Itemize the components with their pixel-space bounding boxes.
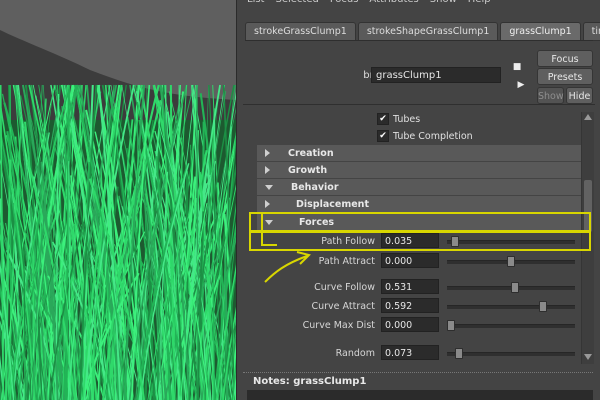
curve-max-dist-slider[interactable] [447, 320, 575, 331]
expand-arrow-icon [265, 200, 270, 208]
tab-time1[interactable]: time1 [582, 22, 600, 41]
scroll-up-arrow-icon[interactable] [584, 114, 592, 120]
path-attract-field[interactable]: 0.000 [381, 253, 439, 268]
menu-bar: List Selected Focus Attributes Show Help [247, 0, 491, 8]
menu-help[interactable]: Help [468, 0, 491, 8]
output-connection-icon[interactable]: ▶ [515, 80, 527, 90]
menu-focus[interactable]: Focus [330, 0, 359, 8]
curve-attract-label: Curve Attract [311, 301, 375, 312]
section-growth[interactable]: Growth [257, 162, 581, 178]
tab-grassclump1[interactable]: grassClump1 [500, 22, 581, 41]
presets-button[interactable]: Presets [537, 68, 593, 85]
curve-follow-field[interactable]: 0.531 [381, 279, 439, 294]
forces-highlight-box [249, 212, 591, 232]
viewport-3d[interactable] [0, 0, 236, 400]
menu-attributes[interactable]: Attributes [369, 0, 418, 8]
tube-completion-checkbox[interactable]: ✔ [377, 130, 389, 142]
tubes-checkbox-row[interactable]: ✔ Tubes [377, 112, 420, 126]
collapse-arrow-icon [265, 184, 273, 190]
expand-arrow-icon [265, 149, 270, 157]
show-button[interactable]: Show [537, 87, 564, 104]
hide-button[interactable]: Hide [566, 87, 593, 104]
section-displacement-label: Displacement [296, 198, 369, 210]
section-displacement[interactable]: Displacement [257, 196, 581, 212]
menu-selected[interactable]: Selected [275, 0, 318, 8]
menu-show[interactable]: Show [430, 0, 457, 8]
tab-strokeshapegrassclump1[interactable]: strokeShapeGrassClump1 [357, 22, 499, 41]
path-attract-slider[interactable] [447, 256, 575, 267]
random-field[interactable]: 0.073 [381, 345, 439, 360]
attribute-editor-panel: List Selected Focus Attributes Show Help… [236, 0, 600, 400]
path-follow-highlight-box [249, 231, 591, 251]
slider-knob[interactable] [510, 282, 519, 293]
tab-strokegrassclump1[interactable]: strokeGrassClump1 [245, 22, 356, 41]
menu-list[interactable]: List [247, 0, 264, 8]
tubes-checkbox[interactable]: ✔ [377, 113, 389, 125]
brush-name-field[interactable]: grassClump1 [371, 67, 501, 83]
curve-attract-field[interactable]: 0.592 [381, 298, 439, 313]
slider-knob[interactable] [539, 301, 548, 312]
slider-knob[interactable] [455, 348, 464, 359]
curve-attract-slider[interactable] [447, 301, 575, 312]
section-growth-label: Growth [288, 164, 328, 176]
notes-label: Notes: grassClump1 [253, 376, 367, 387]
tube-completion-label: Tube Completion [393, 130, 473, 142]
slider-knob[interactable] [507, 256, 515, 267]
section-creation[interactable]: Creation [257, 145, 581, 161]
tubes-label: Tubes [393, 113, 421, 125]
curve-max-dist-field[interactable]: 0.000 [381, 317, 439, 332]
input-connection-icon[interactable]: ■ [511, 62, 523, 72]
tab-divider [245, 40, 593, 41]
section-creation-label: Creation [288, 147, 334, 159]
grass-render [0, 0, 236, 400]
scroll-down-arrow-icon[interactable] [584, 354, 592, 360]
expand-arrow-icon [265, 166, 270, 174]
notes-textarea[interactable] [247, 390, 593, 400]
header-divider [243, 104, 595, 105]
section-behavior[interactable]: Behavior [257, 179, 581, 195]
section-behavior-label: Behavior [291, 181, 339, 193]
random-label: Random [335, 348, 375, 359]
node-tabs: strokeGrassClump1 strokeShapeGrassClump1… [245, 22, 600, 41]
path-attract-label: Path Attract [318, 256, 375, 267]
curve-follow-slider[interactable] [447, 282, 575, 293]
slider-knob[interactable] [447, 320, 455, 331]
tube-completion-checkbox-row[interactable]: ✔ Tube Completion [377, 129, 473, 143]
curve-max-dist-label: Curve Max Dist [302, 320, 375, 331]
random-slider[interactable] [447, 348, 575, 359]
focus-button[interactable]: Focus [537, 50, 593, 67]
curve-follow-label: Curve Follow [314, 282, 375, 293]
